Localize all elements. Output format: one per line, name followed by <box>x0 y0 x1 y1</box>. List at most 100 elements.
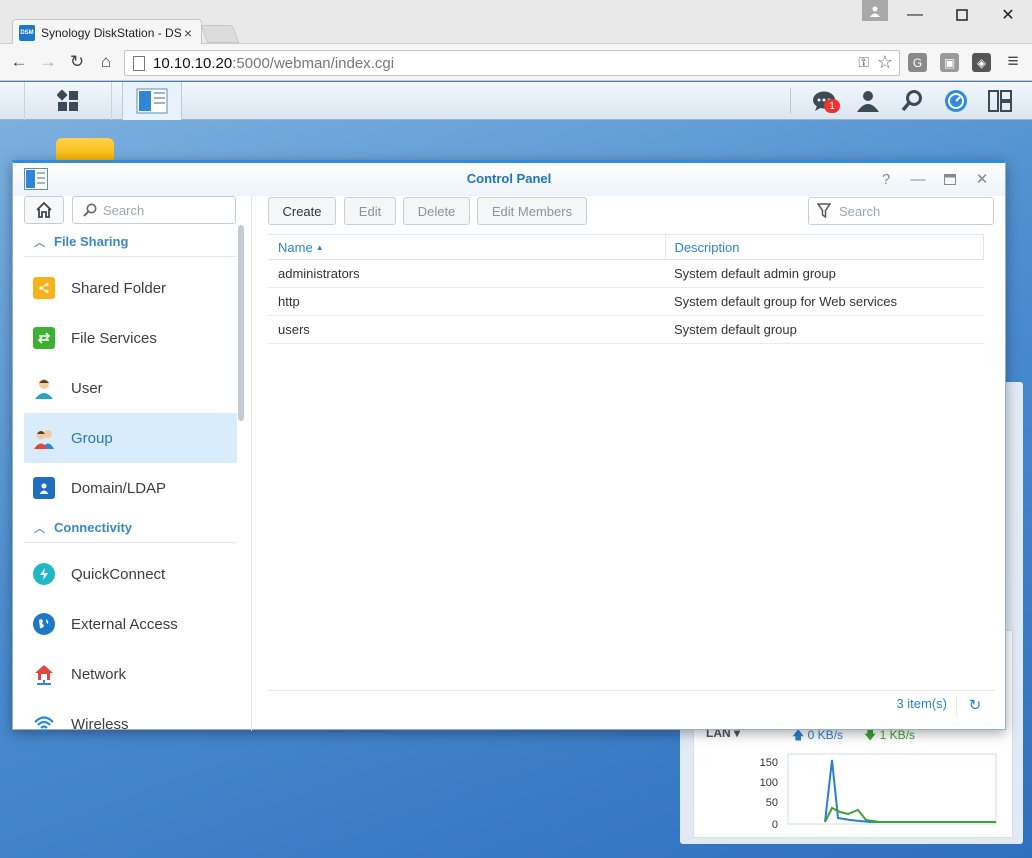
y-tick-0: 0 <box>772 819 778 831</box>
new-tab-button[interactable] <box>200 25 240 43</box>
sidebar-item-label: Wireless <box>71 715 129 732</box>
sidebar-item-label: Group <box>71 429 113 447</box>
sidebar-scrollbar[interactable] <box>238 225 244 421</box>
filter-icon <box>817 203 831 219</box>
url-host: 10.10.10.20 <box>153 54 233 72</box>
maximize-icon[interactable] <box>940 169 960 189</box>
item-count: 3 item(s) <box>896 696 947 711</box>
package-center-desktop-icon[interactable] <box>56 138 114 162</box>
resource-monitor-icon[interactable] <box>944 90 968 112</box>
sidebar-item-external-access[interactable]: External Access <box>24 599 237 649</box>
extension-copy-icon[interactable]: ▣ <box>940 53 959 72</box>
sidebar-search-box[interactable] <box>72 196 236 224</box>
sidebar-item-user[interactable]: User <box>24 363 237 413</box>
window-title: Control Panel <box>466 171 552 186</box>
dsm-taskbar: 1 <box>0 82 1032 120</box>
window-close-icon[interactable]: ✕ <box>994 4 1022 26</box>
page-icon <box>133 55 145 71</box>
edit-button[interactable]: Edit <box>344 197 396 225</box>
section-label: File Sharing <box>54 234 129 249</box>
sidebar-item-network[interactable]: Network <box>24 649 237 699</box>
collapse-caret-icon: ︿ <box>34 522 45 535</box>
sidebar-item-domain-ldap[interactable]: Domain/LDAP <box>24 463 237 513</box>
forward-arrow-icon[interactable]: → <box>37 51 59 73</box>
main-menu-button[interactable] <box>24 82 112 120</box>
bookmark-star-icon[interactable]: ☆ <box>877 52 893 73</box>
quickconnect-icon <box>33 563 55 585</box>
column-header-description[interactable]: Description <box>666 235 984 259</box>
footer-divider <box>268 690 994 691</box>
sort-ascending-icon: ▲ <box>315 242 324 252</box>
help-icon[interactable]: ? <box>876 169 896 189</box>
external-access-icon <box>33 613 55 635</box>
user-icon <box>33 377 55 399</box>
file-services-icon <box>33 327 55 349</box>
column-label: Description <box>674 239 740 255</box>
key-icon[interactable]: ⚿ <box>858 54 869 71</box>
back-arrow-icon[interactable]: ← <box>8 51 30 73</box>
options-user-icon[interactable] <box>856 90 880 112</box>
extension-g-icon[interactable]: G <box>908 53 927 72</box>
sidebar-item-quickconnect[interactable]: QuickConnect <box>24 549 237 599</box>
sidebar-item-label: Domain/LDAP <box>71 479 167 497</box>
table-row[interactable]: administrators System default admin grou… <box>268 260 984 288</box>
wireless-icon <box>33 713 55 731</box>
section-file-sharing[interactable]: ︿ File Sharing <box>24 227 237 257</box>
sidebar-item-file-services[interactable]: File Services <box>24 313 237 363</box>
cell-description: System default group <box>674 322 797 337</box>
y-tick-150: 150 <box>760 757 778 769</box>
home-button[interactable] <box>24 196 64 224</box>
group-search-box[interactable] <box>808 197 994 225</box>
table-row[interactable]: users System default group <box>268 316 984 344</box>
sidebar-search-input[interactable] <box>103 202 223 218</box>
browser-profile-icon[interactable] <box>862 0 888 21</box>
sidebar-item-label: File Services <box>71 329 157 347</box>
tab-close-icon[interactable]: × <box>181 25 195 41</box>
main-menu-icon <box>57 90 78 111</box>
minimize-icon[interactable]: — <box>908 169 928 189</box>
widgets-icon[interactable] <box>988 90 1012 112</box>
table-row[interactable]: http System default group for Web servic… <box>268 288 984 316</box>
section-label: Connectivity <box>54 520 133 535</box>
domain-ldap-icon <box>33 477 55 499</box>
browser-menu-icon[interactable]: ≡ <box>1002 51 1024 73</box>
column-header-name[interactable]: Name ▲ <box>268 235 667 259</box>
address-bar[interactable]: 10.10.10.20:5000/webman/index.cgi ⚿ ☆ <box>124 50 900 76</box>
chart-area <box>787 753 997 825</box>
sidebar-item-group[interactable]: Group <box>24 413 237 463</box>
home-icon <box>36 202 52 218</box>
taskbar-divider <box>790 88 791 114</box>
edit-members-button[interactable]: Edit Members <box>477 197 587 225</box>
refresh-icon[interactable]: ↻ <box>966 695 984 715</box>
group-table: Name ▲ Description administrators System… <box>268 234 984 344</box>
download-value: 1 KB/s <box>879 728 916 742</box>
sidebar-item-label: External Access <box>71 615 178 633</box>
cell-name: users <box>278 322 310 337</box>
search-icon[interactable] <box>900 90 924 112</box>
sidebar-item-label: User <box>71 379 103 397</box>
sidebar-item-label: QuickConnect <box>71 565 166 583</box>
group-search-input[interactable] <box>839 203 979 219</box>
column-label: Name <box>278 239 313 255</box>
sidebar-item-wireless[interactable]: Wireless <box>24 699 237 731</box>
close-icon[interactable]: ✕ <box>972 169 992 189</box>
section-connectivity[interactable]: ︿ Connectivity <box>24 513 237 543</box>
sidebar-divider <box>251 196 252 731</box>
cell-name: http <box>278 294 300 309</box>
window-minimize-icon[interactable]: — <box>901 4 929 26</box>
window-maximize-icon[interactable] <box>948 4 976 26</box>
home-icon[interactable]: ⌂ <box>95 51 117 73</box>
window-titlebar[interactable]: Control Panel ? — ✕ <box>13 163 1005 196</box>
extension-shield-icon[interactable]: ◈ <box>972 53 991 72</box>
browser-tab[interactable]: DSM Synology DiskStation - DS × <box>12 19 202 45</box>
create-button[interactable]: Create <box>268 197 336 225</box>
control-panel-task-button[interactable] <box>122 82 182 120</box>
reload-icon[interactable]: ↻ <box>66 51 88 73</box>
notification-badge: 1 <box>824 99 840 113</box>
tab-title: Synology DiskStation - DS <box>41 25 181 40</box>
delete-button[interactable]: Delete <box>403 197 470 225</box>
footer-separator <box>956 696 957 716</box>
y-tick-100: 100 <box>760 777 778 789</box>
network-icon <box>33 663 55 685</box>
sidebar-item-shared-folder[interactable]: Shared Folder <box>24 263 237 313</box>
